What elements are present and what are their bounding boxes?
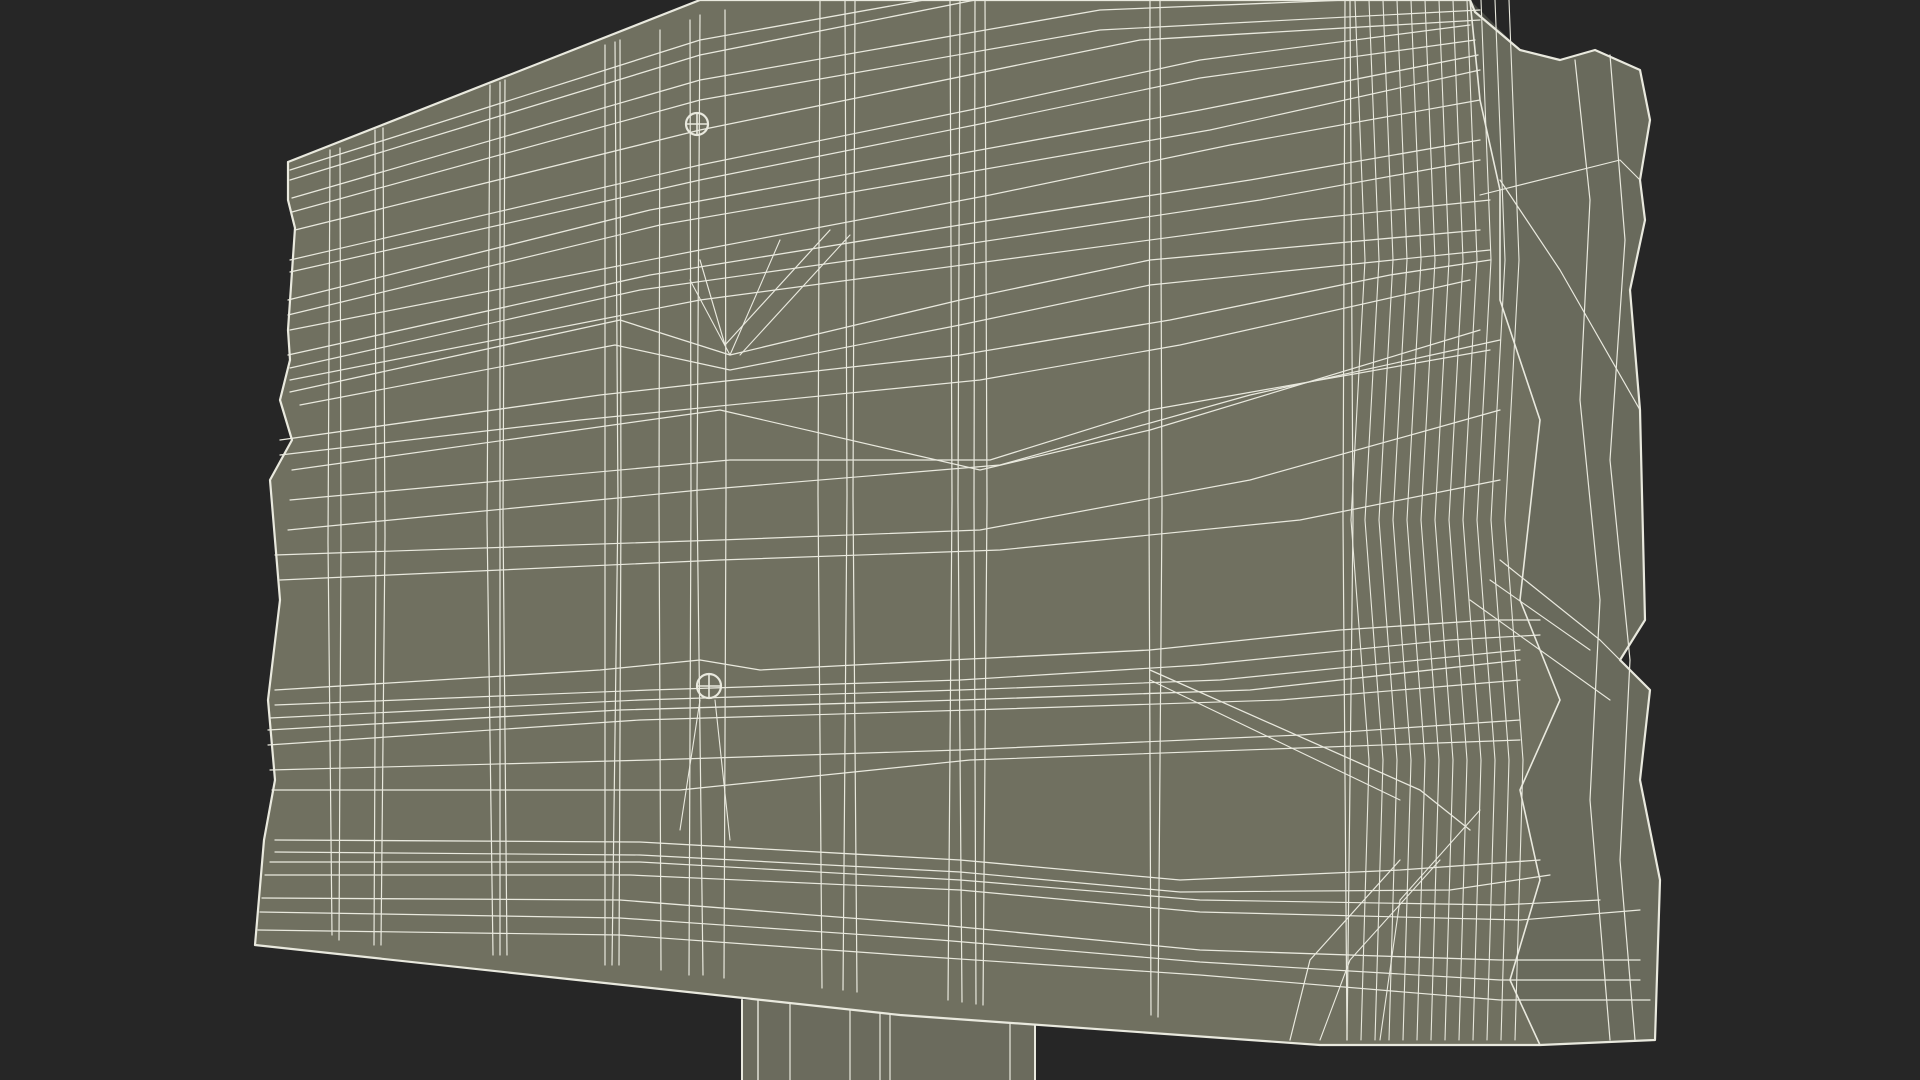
sign-board — [253, 0, 1662, 1047]
bolt-upper — [684, 111, 710, 137]
bolt-lower — [695, 672, 723, 700]
render-viewport — [0, 0, 1920, 1080]
wireframe-scene — [253, 0, 1662, 1080]
